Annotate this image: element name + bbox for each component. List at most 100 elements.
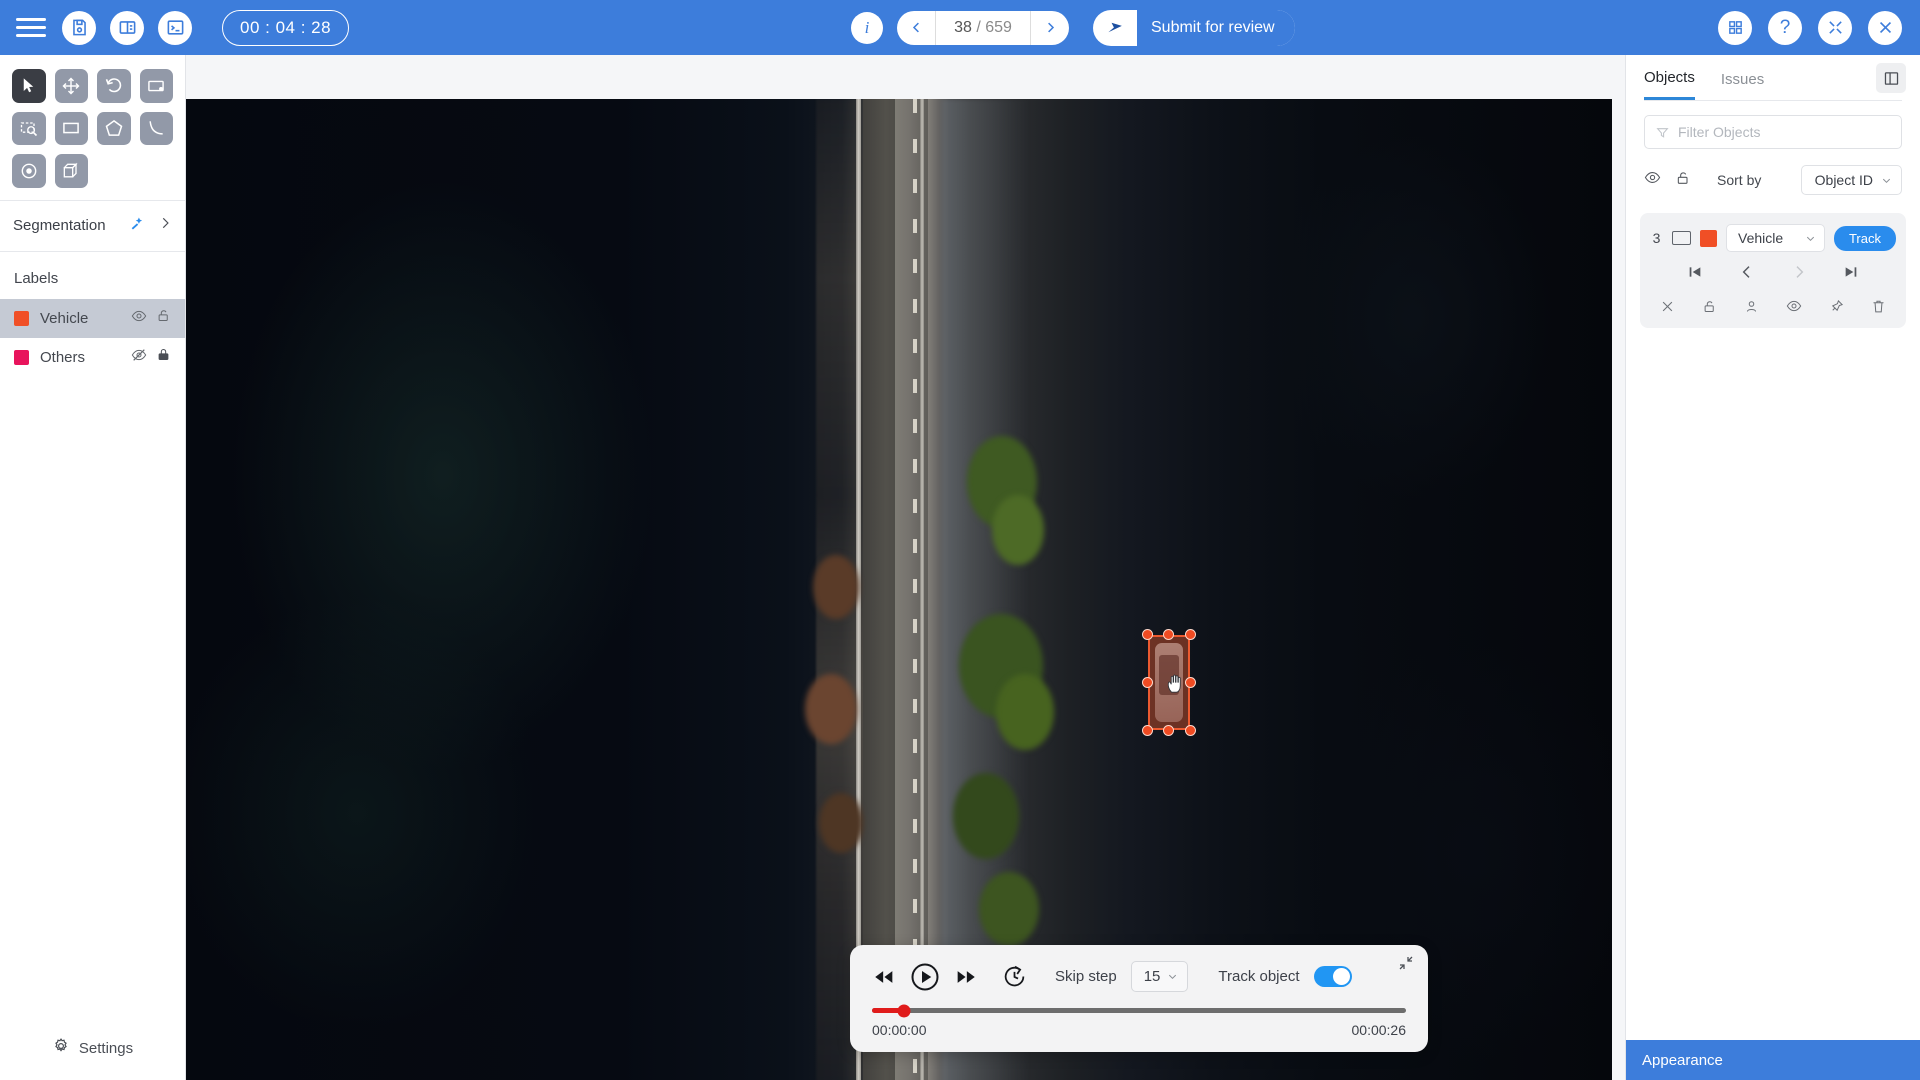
frame-counter[interactable]: 38 / 659 bbox=[935, 11, 1031, 45]
rectangle-tool[interactable] bbox=[55, 112, 89, 146]
next-frame-button[interactable] bbox=[1791, 264, 1807, 285]
object-label-select[interactable]: Vehicle bbox=[1726, 224, 1825, 252]
last-frame-button[interactable] bbox=[1843, 264, 1859, 285]
filter-objects-input[interactable]: Filter Objects bbox=[1644, 115, 1902, 149]
prev-frame-button[interactable] bbox=[1739, 264, 1755, 285]
settings-label: Settings bbox=[79, 1040, 133, 1057]
resize-handle-middle-left[interactable] bbox=[1142, 677, 1153, 688]
timeline[interactable]: 00:00:00 00:00:26 bbox=[872, 1008, 1406, 1038]
track-button[interactable]: Track bbox=[1834, 226, 1896, 251]
submit-label: Submit for review bbox=[1137, 10, 1295, 46]
point-tool[interactable] bbox=[12, 154, 46, 188]
move-arrows-icon[interactable] bbox=[55, 69, 89, 103]
rewind-icon[interactable] bbox=[872, 967, 896, 987]
appearance-label: Appearance bbox=[1642, 1052, 1723, 1069]
assign-user-button[interactable] bbox=[1744, 299, 1759, 319]
frame-current: 38 bbox=[954, 19, 972, 36]
help-icon[interactable]: ? bbox=[1768, 11, 1802, 45]
transform-tool[interactable] bbox=[140, 69, 174, 103]
scene-road-shadow bbox=[863, 99, 894, 1080]
chevron-right-icon[interactable] bbox=[158, 216, 172, 235]
segmentation-actions bbox=[129, 215, 172, 237]
scene-tree bbox=[996, 674, 1054, 750]
object-color-swatch[interactable] bbox=[1700, 230, 1717, 247]
resize-handle-bottom-center[interactable] bbox=[1163, 725, 1174, 736]
top-bar-left-group: 00 : 04 : 28 bbox=[0, 10, 349, 46]
next-frame-button[interactable] bbox=[1031, 11, 1069, 45]
eye-icon[interactable] bbox=[131, 308, 147, 329]
eye-off-icon[interactable] bbox=[131, 347, 147, 368]
play-icon[interactable] bbox=[910, 962, 940, 992]
unlock-icon[interactable] bbox=[156, 308, 171, 328]
magic-wand-icon[interactable] bbox=[129, 215, 146, 237]
resize-handle-bottom-right[interactable] bbox=[1185, 725, 1196, 736]
resize-handle-bottom-left[interactable] bbox=[1142, 725, 1153, 736]
label-color-swatch bbox=[14, 311, 29, 326]
lock-object-button[interactable] bbox=[1702, 299, 1717, 319]
rectangle-icon bbox=[1672, 231, 1691, 245]
timeline-track[interactable] bbox=[872, 1008, 1406, 1013]
top-bar-right-group: ? bbox=[1718, 11, 1902, 45]
workspace: Segmentation Labels Vehicle bbox=[0, 55, 1920, 1080]
first-frame-button[interactable] bbox=[1687, 264, 1703, 285]
resize-handle-top-right[interactable] bbox=[1185, 629, 1196, 640]
marquee-zoom-icon[interactable] bbox=[12, 112, 46, 146]
fast-forward-icon[interactable] bbox=[954, 967, 978, 987]
submit-for-review-button[interactable]: Submit for review bbox=[1093, 10, 1295, 46]
sort-by-label: Sort by bbox=[1717, 172, 1761, 188]
grid-apps-icon[interactable] bbox=[1718, 11, 1752, 45]
collapse-diagonal-icon[interactable] bbox=[1398, 955, 1414, 976]
sidebar-toggle-icon[interactable] bbox=[1876, 63, 1906, 93]
skip-step-select[interactable]: 15 bbox=[1131, 961, 1189, 992]
settings-button[interactable]: Settings bbox=[0, 1021, 185, 1080]
terminal-icon[interactable] bbox=[158, 11, 192, 45]
canvas-area[interactable]: Skip step 15 Track object bbox=[186, 55, 1625, 1080]
label-actions bbox=[131, 308, 171, 329]
info-icon[interactable]: i bbox=[851, 12, 883, 44]
chevron-down-icon bbox=[1881, 175, 1892, 186]
resize-handle-middle-right[interactable] bbox=[1185, 677, 1196, 688]
scene-tree bbox=[979, 872, 1039, 946]
hamburger-menu-icon[interactable] bbox=[14, 15, 48, 41]
tool-grid bbox=[0, 55, 185, 200]
pin-object-button[interactable] bbox=[1829, 299, 1844, 319]
prev-frame-button[interactable] bbox=[897, 11, 935, 45]
object-id: 3 bbox=[1650, 230, 1663, 246]
resize-handle-top-left[interactable] bbox=[1142, 629, 1153, 640]
polygon-tool[interactable] bbox=[97, 112, 131, 146]
timeline-knob[interactable] bbox=[898, 1004, 911, 1017]
label-item-others[interactable]: Others bbox=[0, 338, 185, 377]
track-object-toggle[interactable] bbox=[1314, 966, 1352, 987]
close-icon[interactable] bbox=[1868, 11, 1902, 45]
tabs-divider bbox=[1644, 100, 1902, 101]
scene-tree bbox=[953, 773, 1019, 859]
cursor-tool[interactable] bbox=[12, 69, 46, 103]
clock-replay-icon[interactable] bbox=[1002, 964, 1027, 989]
remove-object-button[interactable] bbox=[1660, 299, 1675, 319]
fullscreen-exit-icon[interactable] bbox=[1818, 11, 1852, 45]
hide-object-button[interactable] bbox=[1786, 298, 1802, 319]
lock-icon[interactable] bbox=[156, 347, 171, 367]
sort-by-value: Object ID bbox=[1815, 172, 1873, 188]
object-card[interactable]: 3 Vehicle Track bbox=[1640, 213, 1906, 328]
label-item-vehicle[interactable]: Vehicle bbox=[0, 299, 185, 338]
undo-tool[interactable] bbox=[97, 69, 131, 103]
tab-issues[interactable]: Issues bbox=[1721, 71, 1764, 99]
sort-by-select[interactable]: Object ID bbox=[1801, 165, 1902, 195]
filter-placeholder: Filter Objects bbox=[1678, 124, 1760, 140]
bounding-box-annotation[interactable] bbox=[1148, 635, 1190, 730]
help-glyph: ? bbox=[1780, 17, 1791, 39]
instructions-icon[interactable] bbox=[110, 11, 144, 45]
tab-objects[interactable]: Objects bbox=[1644, 69, 1695, 100]
delete-object-button[interactable] bbox=[1871, 299, 1886, 319]
resize-handle-top-center[interactable] bbox=[1163, 629, 1174, 640]
appearance-bar[interactable]: Appearance bbox=[1626, 1040, 1920, 1080]
unlock-icon[interactable] bbox=[1675, 170, 1691, 191]
segmentation-section-header[interactable]: Segmentation bbox=[0, 200, 185, 252]
cuboid-tool[interactable] bbox=[55, 154, 89, 188]
eye-icon[interactable] bbox=[1644, 169, 1661, 191]
frame-total: 659 bbox=[985, 19, 1012, 36]
save-job-icon[interactable] bbox=[62, 11, 96, 45]
video-frame[interactable] bbox=[186, 99, 1612, 1080]
curve-tool[interactable] bbox=[140, 112, 174, 146]
